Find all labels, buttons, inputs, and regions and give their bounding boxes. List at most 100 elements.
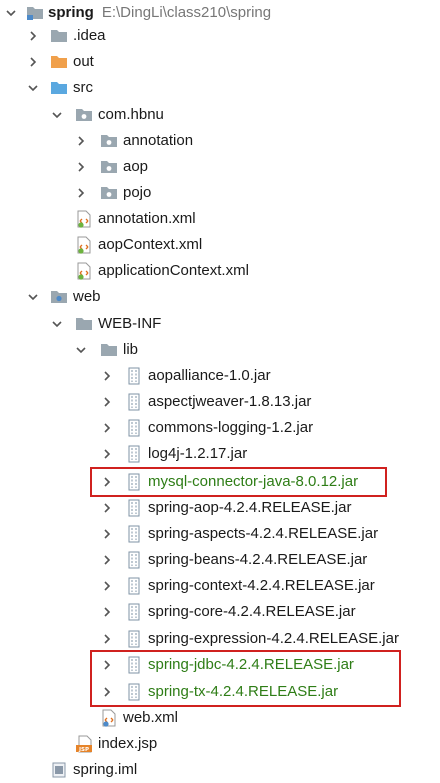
- tree-label: aopContext.xml: [98, 236, 203, 253]
- spring-xml-icon: [75, 258, 93, 284]
- chevron-down-icon[interactable]: [26, 75, 40, 101]
- jar-icon: [127, 573, 141, 599]
- chevron-right-icon[interactable]: [100, 495, 114, 521]
- jar-icon: [127, 626, 141, 652]
- jar-icon: [127, 441, 141, 467]
- package-icon: [100, 154, 118, 180]
- tree-label: src: [73, 79, 93, 96]
- tree-label: web: [73, 288, 101, 305]
- chevron-right-icon[interactable]: [100, 415, 114, 441]
- jar-icon: [127, 389, 141, 415]
- tree-row-jar[interactable]: spring-context-4.2.4.RELEASE.jar: [0, 573, 440, 599]
- tree-row-annotation-pkg[interactable]: annotation: [0, 128, 440, 154]
- chevron-right-icon[interactable]: [100, 389, 114, 415]
- folder-icon: [100, 337, 118, 363]
- tree-row-aop-pkg[interactable]: aop: [0, 154, 440, 180]
- tree-row-annotation-xml[interactable]: annotation.xml: [0, 206, 440, 232]
- chevron-down-icon[interactable]: [50, 102, 64, 128]
- jar-icon: [127, 599, 141, 625]
- tree-row-web-inf[interactable]: WEB-INF: [0, 311, 440, 337]
- tree-row-web[interactable]: web: [0, 284, 440, 310]
- jar-label: spring-context-4.2.4.RELEASE.jar: [148, 577, 375, 594]
- tree-row-jar[interactable]: spring-beans-4.2.4.RELEASE.jar: [0, 547, 440, 573]
- jar-label: commons-logging-1.2.jar: [148, 419, 314, 436]
- tree-row-jar[interactable]: spring-core-4.2.4.RELEASE.jar: [0, 599, 440, 625]
- jar-label: spring-core-4.2.4.RELEASE.jar: [148, 603, 356, 620]
- package-icon: [100, 128, 118, 154]
- tree-label: annotation.xml: [98, 210, 196, 227]
- jsp-badge: JSP: [78, 747, 89, 753]
- jsp-file-icon: JSP: [75, 731, 95, 757]
- chevron-right-icon[interactable]: [100, 573, 114, 599]
- chevron-right-icon[interactable]: [74, 180, 88, 206]
- module-file-icon: [50, 757, 68, 783]
- package-icon: [75, 102, 93, 128]
- tree-row-jar[interactable]: spring-aop-4.2.4.RELEASE.jar: [0, 495, 440, 521]
- tree-row-web-xml[interactable]: web.xml: [0, 705, 440, 731]
- chevron-right-icon[interactable]: [100, 363, 114, 389]
- jar-icon: [127, 363, 141, 389]
- chevron-right-icon[interactable]: [100, 441, 114, 467]
- tree-row-index-jsp[interactable]: JSP index.jsp: [0, 731, 440, 757]
- tree-row-applicationcontext-xml[interactable]: applicationContext.xml: [0, 258, 440, 284]
- chevron-right-icon[interactable]: [100, 521, 114, 547]
- tree-label: aop: [123, 158, 149, 175]
- tree-row-com-hbnu[interactable]: com.hbnu: [0, 102, 440, 128]
- project-tree: spring E:\DingLi\class210\spring .idea ou…: [0, 0, 440, 783]
- tree-row-jar[interactable]: log4j-1.2.17.jar: [0, 441, 440, 467]
- spring-xml-icon: [75, 232, 93, 258]
- tree-row-jar[interactable]: spring-aspects-4.2.4.RELEASE.jar: [0, 521, 440, 547]
- highlight-box-spring-jdbc-tx: [90, 650, 401, 707]
- chevron-down-icon[interactable]: [26, 284, 40, 310]
- source-folder-icon: [50, 75, 68, 101]
- tree-label: out: [73, 53, 94, 70]
- package-icon: [100, 180, 118, 206]
- chevron-down-icon[interactable]: [50, 311, 64, 337]
- spring-xml-icon: [75, 206, 93, 232]
- tree-row-out[interactable]: out: [0, 49, 440, 75]
- chevron-right-icon[interactable]: [100, 547, 114, 573]
- web-xml-icon: [100, 705, 118, 731]
- jar-label: spring-expression-4.2.4.RELEASE.jar: [148, 630, 399, 647]
- jar-label: log4j-1.2.17.jar: [148, 445, 248, 462]
- jar-label: spring-beans-4.2.4.RELEASE.jar: [148, 551, 368, 568]
- jar-icon: [127, 521, 141, 547]
- folder-icon: [50, 23, 68, 49]
- tree-label: pojo: [123, 184, 152, 201]
- web-folder-icon: [50, 284, 68, 310]
- tree-label: annotation: [123, 132, 194, 149]
- highlight-box-mysql: [90, 467, 387, 497]
- folder-icon: [75, 311, 93, 337]
- chevron-right-icon[interactable]: [100, 599, 114, 625]
- tree-label: .idea: [73, 27, 106, 44]
- jar-icon: [127, 495, 141, 521]
- tree-label: com.hbnu: [98, 106, 164, 123]
- tree-row-pojo-pkg[interactable]: pojo: [0, 180, 440, 206]
- tree-row-jar[interactable]: aopalliance-1.0.jar: [0, 363, 440, 389]
- chevron-right-icon[interactable]: [74, 154, 88, 180]
- excluded-folder-icon: [50, 49, 68, 75]
- chevron-right-icon[interactable]: [100, 626, 114, 652]
- chevron-down-icon[interactable]: [74, 337, 88, 363]
- tree-row-jar[interactable]: spring-expression-4.2.4.RELEASE.jar: [0, 626, 440, 652]
- tree-row-src[interactable]: src: [0, 75, 440, 101]
- project-path: E:\DingLi\class210\spring: [101, 4, 272, 21]
- jar-label: aopalliance-1.0.jar: [148, 367, 271, 384]
- chevron-right-icon[interactable]: [26, 23, 40, 49]
- chevron-right-icon[interactable]: [26, 49, 40, 75]
- tree-label: applicationContext.xml: [98, 262, 249, 279]
- chevron-right-icon[interactable]: [74, 128, 88, 154]
- tree-row-spring-iml[interactable]: spring.iml: [0, 757, 440, 783]
- tree-label: spring.iml: [73, 761, 138, 778]
- jar-icon: [127, 415, 141, 441]
- tree-row-jar[interactable]: aspectjweaver-1.8.13.jar: [0, 389, 440, 415]
- tree-row-aopcontext-xml[interactable]: aopContext.xml: [0, 232, 440, 258]
- tree-label: lib: [123, 341, 139, 358]
- jar-label: spring-aspects-4.2.4.RELEASE.jar: [148, 525, 379, 542]
- tree-row-lib[interactable]: lib: [0, 337, 440, 363]
- tree-label: WEB-INF: [98, 315, 162, 332]
- tree-row-jar[interactable]: commons-logging-1.2.jar: [0, 415, 440, 441]
- tree-label: index.jsp: [98, 735, 158, 752]
- tree-label: web.xml: [123, 709, 179, 726]
- tree-row-idea[interactable]: .idea: [0, 23, 440, 49]
